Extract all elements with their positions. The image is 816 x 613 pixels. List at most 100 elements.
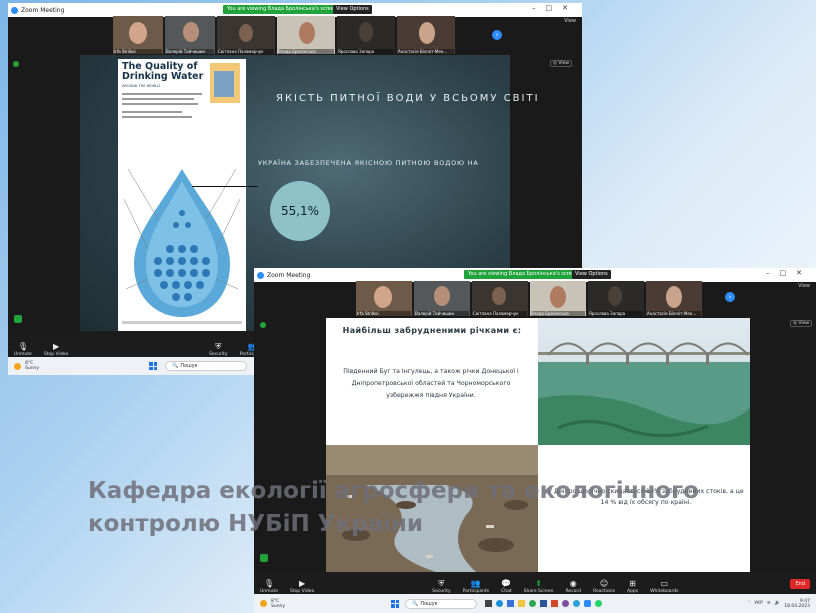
participant-tile[interactable]: Ярослава Запара xyxy=(337,16,395,54)
share-screen-button[interactable]: ⬆ Share Screen xyxy=(524,579,554,594)
volume-icon[interactable]: 🔊 xyxy=(775,601,781,606)
weather-widget[interactable]: 8°C Sunny xyxy=(271,599,285,609)
view-label[interactable]: View xyxy=(564,18,576,24)
participant-name: Анастасія Ейлліт-Мен... xyxy=(398,49,454,54)
end-button[interactable]: End xyxy=(790,579,810,589)
store-icon[interactable] xyxy=(507,600,515,607)
participant-face xyxy=(374,286,392,308)
participant-tile[interactable]: Анастасія Ейлліт-Мен... xyxy=(397,16,455,54)
whatsapp-icon[interactable] xyxy=(595,600,603,607)
powerpoint-icon[interactable] xyxy=(551,600,559,607)
viewing-banner: You are viewing Влада Бролінська's scree… xyxy=(464,270,583,279)
participant-name: Анастасія Ейлліт-Мен... xyxy=(647,311,701,316)
participant-name: Ярослава Запара xyxy=(589,311,643,316)
participant-name: Irfa Strilkoi xyxy=(114,49,162,54)
explorer-icon[interactable] xyxy=(518,600,526,607)
record-icon: ◉ xyxy=(569,579,577,588)
participants-button[interactable]: 👥 Participants xyxy=(463,579,489,594)
taskbar-search[interactable]: 🔍 Пошук xyxy=(165,361,248,371)
view-options-button[interactable]: View Options xyxy=(572,270,611,279)
participant-tile[interactable]: Ярослава Запара xyxy=(588,281,644,316)
chat-button[interactable]: 💬 Chat xyxy=(501,579,512,594)
participant-tile[interactable]: Анастасія Ейлліт-Мен... xyxy=(646,281,702,316)
windows-start-icon[interactable] xyxy=(391,599,400,608)
viewing-banner: You are viewing Влада Бролінська's scree… xyxy=(223,5,342,14)
participant-tile[interactable]: Irfa Strilkoi xyxy=(113,16,163,54)
edit-icon[interactable] xyxy=(260,554,268,562)
telegram-icon[interactable] xyxy=(573,600,581,607)
participant-name: Ярослава Запара xyxy=(338,49,394,54)
weather-widget[interactable]: 8°C Sunny xyxy=(25,361,39,371)
chevron-up-icon[interactable]: ˄ xyxy=(748,601,750,606)
chrome-icon[interactable] xyxy=(529,600,537,607)
shield-status-icon xyxy=(13,61,19,67)
whiteboards-button[interactable]: ▭ Whiteboards xyxy=(650,579,678,594)
watermark-line-2: контролю НУБіП України xyxy=(88,511,423,537)
participant-face xyxy=(492,287,506,305)
reactions-button[interactable]: ☺ Reactions xyxy=(593,579,615,594)
participant-face xyxy=(359,22,373,42)
security-button[interactable]: ⛨ Security xyxy=(432,579,450,594)
shield-status-icon xyxy=(260,322,266,328)
window-title: Zoom Meeting xyxy=(21,6,65,14)
unmute-button[interactable]: 🎙 Unmute xyxy=(260,579,278,594)
water-drop-graphic xyxy=(122,63,242,324)
view-options-small-button[interactable]: ◎ View xyxy=(790,320,813,327)
participant-tile[interactable]: Світлана Паламарчук xyxy=(217,16,275,54)
participant-tile[interactable]: Валерій Тайчишин xyxy=(414,281,470,316)
river-bridge-photo xyxy=(538,318,750,445)
zoom-app-icon[interactable] xyxy=(584,600,592,607)
zoom-window-front: Zoom Meeting You are viewing Влада Бролі… xyxy=(254,268,816,613)
participant-tile[interactable]: Влада Бролінська xyxy=(530,281,586,316)
edge-icon[interactable] xyxy=(496,600,504,607)
system-tray[interactable]: ˄ УКР ≋ 🔊 9:47 18.04.2023 xyxy=(748,599,810,609)
participant-tile[interactable]: Влада Бролінська xyxy=(277,16,335,54)
participant-tile[interactable]: Irfa Strilkoi xyxy=(356,281,412,316)
record-button[interactable]: ◉ Record xyxy=(566,579,582,594)
percent-circle: 55,1% xyxy=(270,181,330,241)
zoom-logo-icon xyxy=(11,6,18,14)
participant-face xyxy=(434,286,450,306)
mic-icon: 🎙 xyxy=(263,579,275,588)
participant-tile[interactable]: Валерій Тайчишин xyxy=(165,16,215,54)
stop-video-button[interactable]: ▶ Stop Video xyxy=(290,579,314,594)
view-options-button[interactable]: View Options xyxy=(333,5,372,14)
share-icon: ⬆ xyxy=(535,579,542,588)
participant-strip: Irfa Strilkoi Валерій Тайчишин Світлана … xyxy=(356,281,702,316)
stop-video-button[interactable]: ▶ Stop Video xyxy=(44,342,68,357)
next-page-icon[interactable]: › xyxy=(492,30,502,40)
participant-face xyxy=(129,22,147,44)
view-label[interactable]: View xyxy=(798,283,810,289)
reactions-icon: ☺ xyxy=(599,579,609,588)
taskbar-search[interactable]: 🔍 Пошук xyxy=(405,598,478,609)
edit-icon[interactable] xyxy=(14,315,22,323)
language-indicator[interactable]: УКР xyxy=(754,601,763,606)
windows-start-icon[interactable] xyxy=(149,362,158,370)
watermark-line-1: Кафедра екології агросфери та екологічно… xyxy=(88,478,699,504)
task-view-icon[interactable] xyxy=(485,600,493,607)
participant-face xyxy=(239,24,253,42)
wifi-icon[interactable]: ≋ xyxy=(767,601,771,606)
whiteboard-icon: ▭ xyxy=(660,579,669,588)
weather-sun-icon xyxy=(14,362,21,370)
unmute-button[interactable]: 🎙 Unmute xyxy=(14,342,32,357)
zoom-logo-icon xyxy=(257,271,264,279)
window-controls[interactable]: –□✕ xyxy=(766,269,812,277)
participant-tile[interactable]: Світлана Паламарчук xyxy=(472,281,528,316)
next-page-icon[interactable]: › xyxy=(725,292,735,302)
title-bar: Zoom Meeting You are viewing Влада Бролі… xyxy=(254,268,816,282)
word-icon[interactable] xyxy=(540,600,548,607)
clock[interactable]: 9:47 18.04.2023 xyxy=(784,599,810,609)
infographic-poster: The Quality of Drinking Water AROUND THE… xyxy=(118,59,246,331)
view-options-small-button[interactable]: ◎ View xyxy=(550,60,573,67)
security-button[interactable]: ⛨ Security xyxy=(209,342,227,357)
shield-icon: ⛨ xyxy=(438,579,445,588)
chat-icon: 💬 xyxy=(501,579,512,588)
apps-button[interactable]: ⊞ Apps xyxy=(627,579,638,594)
weather-sun-icon xyxy=(260,600,267,607)
shield-icon: ⛨ xyxy=(215,342,222,351)
viber-icon[interactable] xyxy=(562,600,570,607)
participant-name: Влада Бролінська xyxy=(278,49,334,54)
participant-face xyxy=(419,22,435,44)
window-controls[interactable]: –□✕ xyxy=(532,4,578,12)
